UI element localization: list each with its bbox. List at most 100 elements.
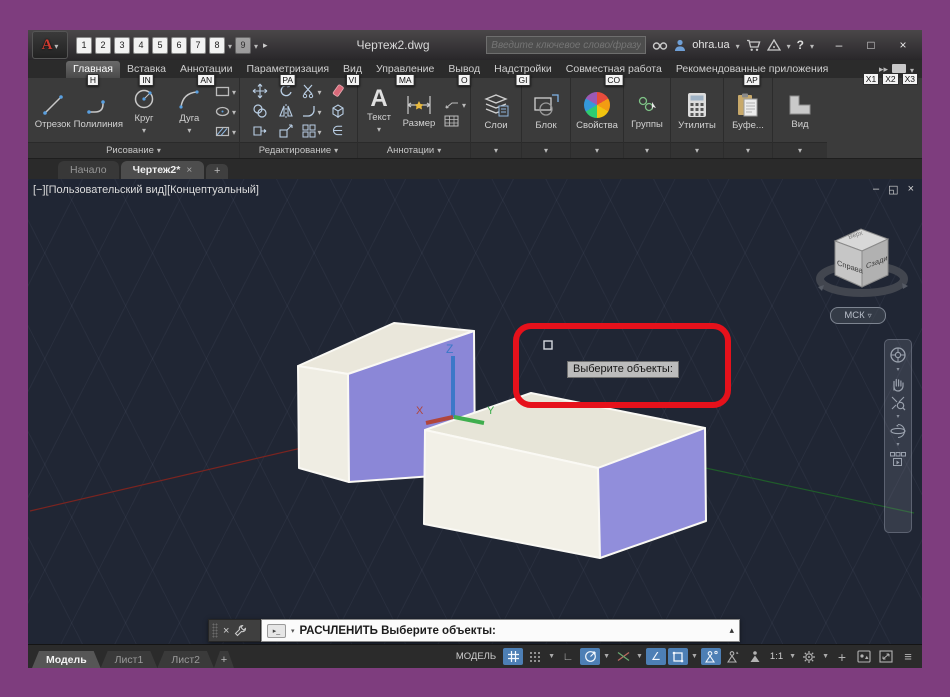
copy-icon[interactable]: [252, 103, 268, 119]
scale-icon[interactable]: [278, 123, 294, 139]
chevron-down-icon[interactable]: ▾: [896, 442, 899, 448]
annotation-scale-button[interactable]: [745, 648, 765, 665]
otrack-toggle[interactable]: ∠: [646, 648, 666, 665]
help-dropdown-icon[interactable]: [810, 36, 814, 54]
ribbon-tab-sovmestnaya-rabota[interactable]: Совместная работаCO: [559, 61, 669, 78]
wcs-dropdown[interactable]: МСК: [830, 307, 886, 324]
close-command-line-icon[interactable]: ×: [223, 625, 229, 637]
layers-button[interactable]: Слои: [471, 78, 521, 142]
close-button[interactable]: ×: [888, 35, 918, 55]
snap-dropdown-icon[interactable]: ▼: [547, 653, 556, 660]
chevron-down-icon[interactable]: [187, 125, 191, 136]
command-history-toggle[interactable]: ▴: [729, 625, 734, 636]
ribbon-tab-upravlenie[interactable]: УправлениеMA: [369, 61, 441, 78]
layout-tab-model[interactable]: Модель: [32, 651, 101, 668]
qat-button-6[interactable]: 6: [171, 37, 187, 54]
fillet-icon[interactable]: [301, 102, 321, 120]
panel-label-annotate[interactable]: Аннотации: [358, 142, 470, 158]
panel-expand-layers[interactable]: [471, 142, 521, 158]
array-icon[interactable]: [301, 122, 321, 140]
viewcube[interactable]: Верх Справа Сзади: [806, 223, 922, 319]
circle-button[interactable]: Круг: [122, 86, 165, 136]
account-dropdown-icon[interactable]: [736, 36, 740, 54]
polyline-button[interactable]: Полилиния: [76, 92, 120, 130]
new-layout-button[interactable]: +: [214, 651, 234, 668]
exchange-dropdown-icon[interactable]: [787, 36, 791, 54]
polar-tracking-toggle[interactable]: [580, 648, 600, 665]
properties-button[interactable]: Свойства: [571, 78, 623, 142]
cart-icon[interactable]: [746, 39, 761, 52]
annotation-autoscale-toggle[interactable]: [723, 648, 743, 665]
arc-button[interactable]: Дуга: [168, 86, 211, 136]
model-space-button[interactable]: МОДЕЛЬ: [451, 651, 501, 662]
account-name[interactable]: ohra.ua: [692, 39, 729, 51]
show-motion-icon[interactable]: [889, 451, 907, 467]
panel-expand-utilities[interactable]: [671, 142, 723, 158]
file-tab-drawing2[interactable]: Чертеж2*×: [121, 161, 205, 179]
qat-button-4[interactable]: 4: [133, 37, 149, 54]
chevron-down-icon[interactable]: ▾: [896, 367, 899, 373]
clipboard-button[interactable]: Буфе...: [724, 78, 772, 142]
layout-tab-list1[interactable]: Лист1: [101, 651, 158, 668]
ortho-toggle[interactable]: ∟: [558, 648, 578, 665]
chevron-down-icon[interactable]: [462, 95, 466, 113]
panel-expand-groups[interactable]: [624, 142, 670, 158]
3d-box-icon[interactable]: [330, 103, 346, 119]
text-button[interactable]: А Текст: [362, 87, 396, 135]
chevron-down-icon[interactable]: [232, 82, 236, 100]
search-binoculars-icon[interactable]: [652, 39, 668, 51]
drawing-close-button[interactable]: ×: [908, 183, 914, 196]
ribbon-tab-glavnaya[interactable]: ГлавнаяH: [66, 61, 120, 78]
dimension-button[interactable]: Размер: [398, 93, 440, 129]
isolate-objects-button[interactable]: [854, 648, 874, 665]
hatch-button[interactable]: [215, 122, 236, 140]
pan-hand-icon[interactable]: [890, 376, 906, 392]
zoom-icon[interactable]: [890, 395, 906, 411]
command-input[interactable]: ▸_ ▾ РАСЧЛЕНИТЬ Выберите объекты: ▴: [261, 619, 740, 642]
ribbon-tab-vyvod[interactable]: ВыводO: [441, 61, 487, 78]
drawing-viewport[interactable]: [−][Пользовательский вид][Концептуальный…: [28, 179, 922, 644]
viewport-controls-label[interactable]: [−][Пользовательский вид][Концептуальный…: [33, 184, 259, 196]
isodraft-dropdown-icon[interactable]: ▼: [635, 653, 644, 660]
redo-dropdown-icon[interactable]: [254, 36, 258, 54]
block-button[interactable]: Блок: [522, 78, 570, 142]
panel-expand-properties[interactable]: [571, 142, 623, 158]
wrench-icon[interactable]: [234, 624, 247, 637]
crosshair-button[interactable]: +: [832, 648, 852, 665]
move-icon[interactable]: [252, 83, 268, 99]
command-prompt-icon[interactable]: ▸_: [267, 624, 286, 638]
panel-expand-block[interactable]: [522, 142, 570, 158]
panel-label-edit[interactable]: Редактирование: [240, 142, 357, 158]
workspace-dropdown-icon[interactable]: ▼: [821, 653, 830, 660]
groups-button[interactable]: Группы: [624, 78, 670, 142]
isodraft-toggle[interactable]: [613, 648, 633, 665]
ribbon-tab-vid[interactable]: ВидVI: [336, 61, 369, 78]
annotation-visibility-toggle[interactable]: [701, 648, 721, 665]
view-button[interactable]: Вид: [773, 78, 827, 142]
qat-button-3[interactable]: 3: [114, 37, 130, 54]
chevron-down-icon[interactable]: [142, 125, 146, 136]
utilities-button[interactable]: Утилиты: [671, 78, 723, 142]
chevron-down-icon[interactable]: ▾: [290, 627, 296, 635]
qat-button-2[interactable]: 2: [95, 37, 111, 54]
leader-button[interactable]: [444, 95, 466, 113]
ellipse-button[interactable]: [215, 102, 236, 120]
command-line-handle[interactable]: ×: [208, 619, 261, 642]
chevron-down-icon[interactable]: ▾: [896, 414, 899, 420]
ribbon-tab-rekomendovannye[interactable]: Рекомендованные приложенияAP: [669, 61, 836, 78]
minimize-button[interactable]: –: [824, 35, 854, 55]
panel-expand-view[interactable]: [773, 142, 827, 158]
snap-toggle[interactable]: [525, 648, 545, 665]
chevron-down-icon[interactable]: [377, 124, 381, 135]
polar-dropdown-icon[interactable]: ▼: [602, 653, 611, 660]
chevron-down-icon[interactable]: [317, 82, 321, 100]
drawing-restore-button[interactable]: ◱: [888, 183, 898, 196]
chevron-down-icon[interactable]: [317, 102, 321, 120]
mirror-icon[interactable]: [278, 103, 294, 119]
panel-label-draw[interactable]: Рисование: [28, 142, 239, 158]
chevron-down-icon[interactable]: [232, 102, 236, 120]
help-icon[interactable]: ?: [797, 38, 804, 52]
grid-toggle[interactable]: [503, 648, 523, 665]
drawing-minimize-button[interactable]: –: [873, 183, 879, 196]
ribbon-tab-annotacii[interactable]: АннотацииAN: [173, 61, 240, 78]
